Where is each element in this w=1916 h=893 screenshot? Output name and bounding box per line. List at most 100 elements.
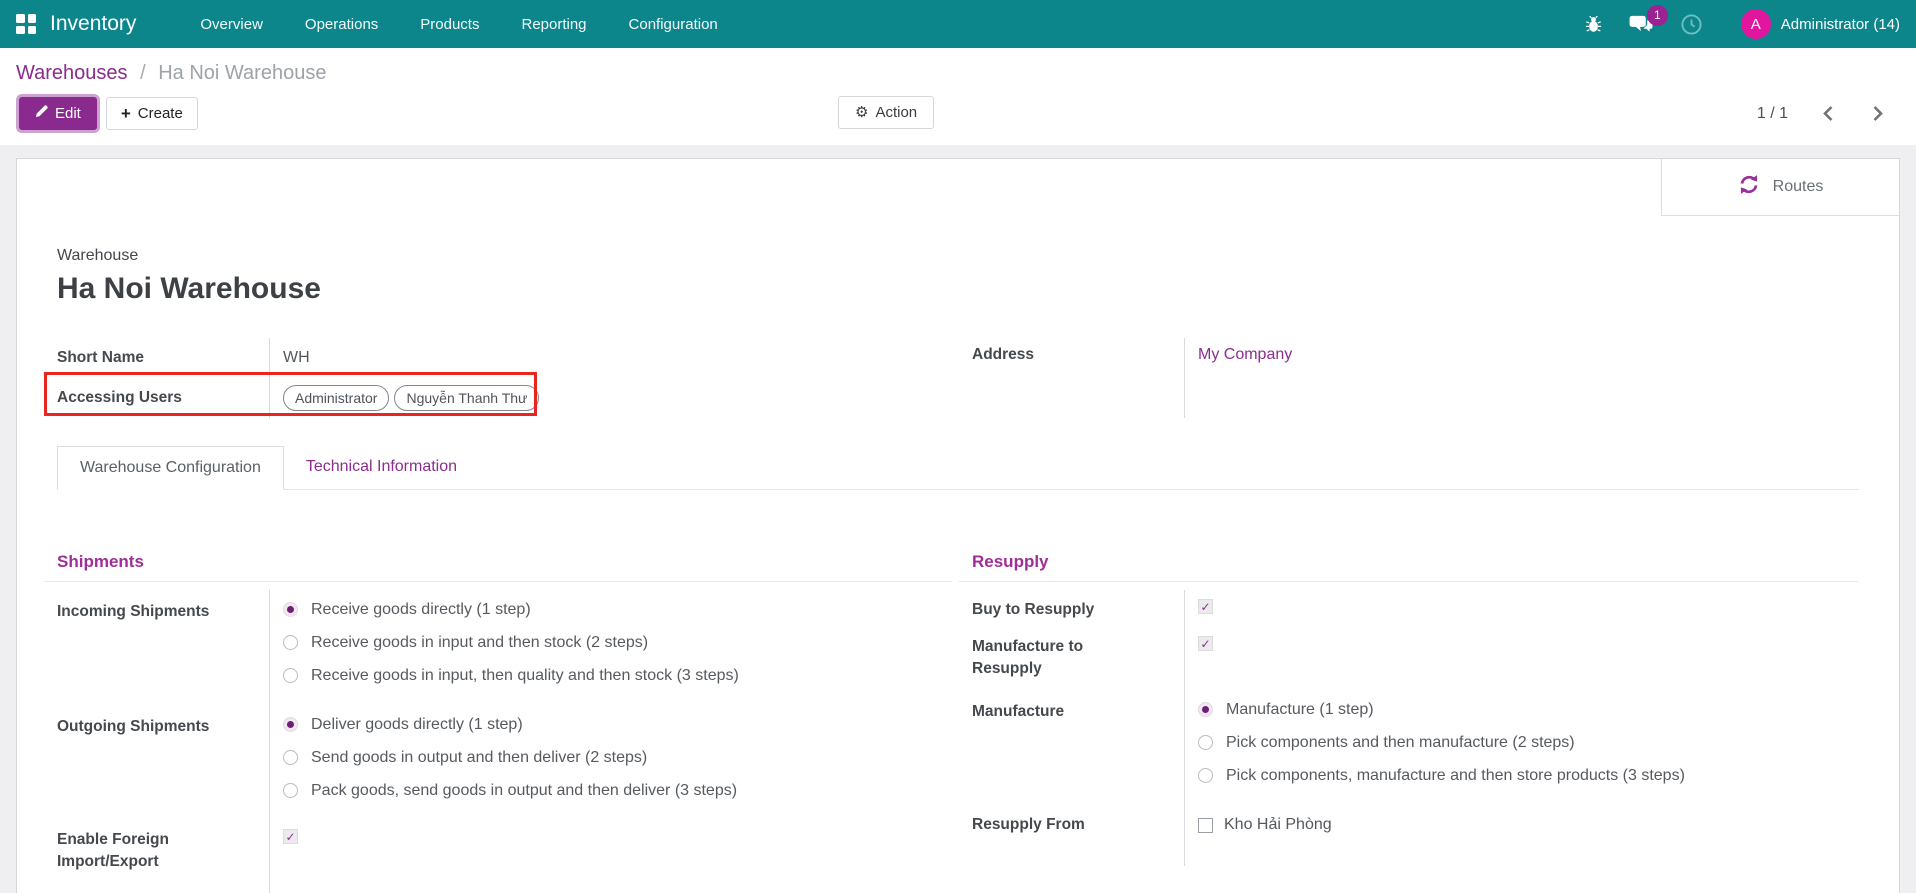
app-name[interactable]: Inventory [50, 12, 136, 36]
tab-technical-information[interactable]: Technical Information [284, 446, 479, 489]
foreign-import-export-label: Enable Foreign Import/Export [57, 820, 269, 879]
resupply-from-checkbox[interactable] [1198, 818, 1213, 833]
outgoing-shipments-row: Outgoing Shipments Deliver goods directl… [57, 705, 952, 813]
menu-reporting[interactable]: Reporting [503, 2, 604, 47]
foreign-import-export-row: Enable Foreign Import/Export [57, 820, 952, 893]
pager: 1 / 1 [1757, 101, 1900, 126]
resupply-title: Resupply [959, 552, 1859, 582]
foreign-import-export-checkbox[interactable] [283, 829, 298, 844]
avatar: A [1741, 9, 1771, 39]
address-link[interactable]: My Company [1198, 346, 1292, 363]
sync-icon [1738, 174, 1760, 200]
tab-content: Shipments Incoming Shipments Receive goo… [57, 490, 1859, 893]
accessing-users-row: Accessing Users Administrator Nguyễn Tha… [57, 378, 952, 418]
radio-selected-icon[interactable] [283, 602, 298, 617]
chat-bubbles-icon[interactable]: 1 [1629, 14, 1654, 35]
sheet-inner: Warehouse Ha Noi Warehouse Short Name WH… [17, 159, 1899, 893]
gear-icon: ⚙ [855, 105, 868, 120]
shipments-group: Incoming Shipments Receive goods directl… [57, 590, 952, 893]
plus-icon: + [121, 105, 131, 122]
routes-label: Routes [1773, 178, 1824, 196]
resupply-section: Resupply Buy to Resupply Manufacture to [972, 552, 1859, 893]
radio-icon[interactable] [1198, 735, 1213, 750]
menu-products[interactable]: Products [402, 2, 497, 47]
warehouse-form-sheet: Routes Warehouse Ha Noi Warehouse Short … [16, 158, 1900, 893]
shipments-section: Shipments Incoming Shipments Receive goo… [57, 552, 952, 893]
menu-operations[interactable]: Operations [287, 2, 396, 47]
main-menu: Overview Operations Products Reporting C… [182, 2, 735, 47]
radio-deliver-1-step[interactable]: Deliver goods directly (1 step) [283, 708, 737, 741]
control-panel: Warehouses / Ha Noi Warehouse Edit + Cre… [0, 48, 1916, 145]
clock-icon[interactable] [1680, 13, 1703, 36]
pager-count: 1 / 1 [1757, 105, 1788, 123]
radio-receive-1-step[interactable]: Receive goods directly (1 step) [283, 593, 739, 626]
user-tag[interactable]: Nguyễn Thanh Thư [394, 385, 539, 411]
radio-deliver-3-steps[interactable]: Pack goods, send goods in output and the… [283, 774, 737, 807]
routes-stat-button[interactable]: Routes [1661, 159, 1899, 216]
radio-icon[interactable] [283, 750, 298, 765]
manufacture-to-resupply-row: Manufacture to Resupply [972, 627, 1859, 686]
user-tag[interactable]: Administrator [283, 385, 389, 411]
radio-icon[interactable] [1198, 768, 1213, 783]
message-count-badge: 1 [1647, 5, 1668, 26]
short-name-label: Short Name [57, 341, 269, 375]
radio-receive-2-steps[interactable]: Receive goods in input and then stock (2… [283, 626, 739, 659]
menu-overview[interactable]: Overview [182, 2, 281, 47]
radio-deliver-2-steps[interactable]: Send goods in output and then deliver (2… [283, 741, 737, 774]
outgoing-shipments-label: Outgoing Shipments [57, 705, 269, 744]
radio-icon[interactable] [283, 668, 298, 683]
resupply-group: Buy to Resupply Manufacture to Resupply [972, 590, 1859, 866]
edit-button[interactable]: Edit [19, 97, 97, 130]
systray: 1 A Administrator (14) [1584, 9, 1900, 39]
breadcrumb-separator: / [140, 62, 146, 84]
chevron-right-icon[interactable] [1868, 101, 1888, 126]
manufacture-label: Manufacture [972, 690, 1184, 729]
shipments-title: Shipments [44, 552, 952, 582]
bug-icon[interactable] [1584, 15, 1603, 34]
group-left-top: Short Name WH Accessing Users Administra… [57, 338, 952, 418]
buy-to-resupply-label: Buy to Resupply [972, 590, 1184, 627]
buy-to-resupply-checkbox[interactable] [1198, 599, 1213, 614]
pencil-icon [35, 105, 48, 122]
radio-selected-icon[interactable] [1198, 702, 1213, 717]
chevron-left-icon[interactable] [1818, 101, 1838, 126]
resupply-from-option: Kho Hải Phòng [1224, 814, 1332, 836]
user-name: Administrator (14) [1781, 16, 1900, 33]
resupply-from-label: Resupply From [972, 805, 1184, 842]
group-right-top: Address My Company [972, 338, 1859, 418]
buy-to-resupply-row: Buy to Resupply [972, 590, 1859, 627]
radio-manufacture-2-steps[interactable]: Pick components and then manufacture (2 … [1198, 726, 1685, 759]
incoming-shipments-row: Incoming Shipments Receive goods directl… [57, 590, 952, 698]
menu-configuration[interactable]: Configuration [611, 2, 736, 47]
radio-manufacture-1-step[interactable]: Manufacture (1 step) [1198, 693, 1685, 726]
accessing-users-tags: Administrator Nguyễn Thanh Thư [283, 385, 539, 411]
user-menu[interactable]: A Administrator (14) [1741, 9, 1900, 39]
tab-warehouse-configuration[interactable]: Warehouse Configuration [57, 446, 284, 490]
breadcrumb-warehouses[interactable]: Warehouses [16, 62, 128, 84]
breadcrumb-current: Ha Noi Warehouse [158, 62, 326, 84]
apps-grid-icon[interactable] [16, 14, 36, 34]
address-label: Address [972, 338, 1184, 372]
controls-row: Edit + Create ⚙ Action 1 / 1 [0, 89, 1916, 145]
manufacture-to-resupply-label: Manufacture to Resupply [972, 627, 1184, 686]
manufacture-to-resupply-checkbox[interactable] [1198, 636, 1213, 651]
record-type-label: Warehouse [57, 247, 1859, 265]
manufacture-row: Manufacture Manufacture (1 step) Pick co… [972, 690, 1859, 798]
radio-selected-icon[interactable] [283, 717, 298, 732]
radio-manufacture-3-steps[interactable]: Pick components, manufacture and then st… [1198, 759, 1685, 792]
create-button[interactable]: + Create [106, 97, 198, 130]
top-navbar: Inventory Overview Operations Products R… [0, 0, 1916, 48]
short-name-row: Short Name WH [57, 338, 952, 378]
content-area: Routes Warehouse Ha Noi Warehouse Short … [0, 145, 1916, 893]
radio-icon[interactable] [283, 783, 298, 798]
radio-icon[interactable] [283, 635, 298, 650]
accessing-users-label: Accessing Users [57, 381, 269, 415]
action-button[interactable]: ⚙ Action [838, 96, 934, 129]
resupply-from-row: Resupply From Kho Hải Phòng [972, 805, 1859, 866]
incoming-shipments-label: Incoming Shipments [57, 590, 269, 629]
top-fields: Short Name WH Accessing Users Administra… [57, 338, 1859, 418]
breadcrumb: Warehouses / Ha Noi Warehouse [0, 48, 1916, 89]
radio-receive-3-steps[interactable]: Receive goods in input, then quality and… [283, 659, 739, 692]
page-title: Ha Noi Warehouse [57, 272, 1859, 306]
short-name-value: WH [269, 341, 310, 375]
